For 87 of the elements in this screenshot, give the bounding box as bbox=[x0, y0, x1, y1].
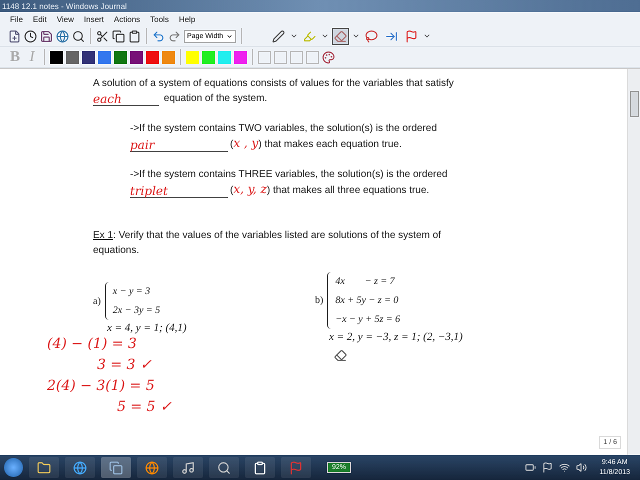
color-swatch[interactable] bbox=[202, 50, 215, 64]
paragraph: ) that makes all three equations true. bbox=[266, 185, 430, 196]
handwritten-work: 3 = 3 ✓ bbox=[97, 356, 153, 375]
browser-icon[interactable] bbox=[73, 460, 87, 474]
insert-icon bbox=[385, 30, 398, 42]
empty-swatch[interactable] bbox=[274, 50, 287, 64]
handwritten-variables: x, y, z bbox=[233, 182, 267, 196]
undo-icon[interactable] bbox=[152, 30, 165, 42]
caret-icon bbox=[226, 32, 233, 40]
handwritten-work: (4) − (1) = 3 bbox=[47, 335, 138, 354]
color-swatch[interactable] bbox=[50, 50, 63, 64]
clock-icon[interactable] bbox=[24, 30, 37, 42]
color-swatch[interactable] bbox=[146, 50, 159, 64]
eraser-tool-button[interactable] bbox=[332, 28, 349, 44]
volume-icon[interactable] bbox=[576, 462, 588, 473]
handwritten-variables: x , y bbox=[233, 136, 258, 150]
handwritten-work: 5 = 5 ✓ bbox=[117, 398, 173, 417]
color-swatch[interactable] bbox=[66, 50, 79, 64]
lasso-tool-button[interactable] bbox=[363, 28, 380, 44]
browser-icon[interactable] bbox=[145, 460, 159, 474]
eraser-cursor-icon bbox=[334, 349, 347, 362]
battery-icon[interactable] bbox=[525, 462, 536, 473]
paragraph: A solution of a system of equations consists of values for the variables that satisfy bbox=[93, 78, 454, 89]
handwritten-work: 2(4) − 3(1) = 5 bbox=[47, 377, 156, 396]
scrollbar-thumb[interactable] bbox=[630, 91, 638, 117]
save-icon[interactable] bbox=[40, 30, 53, 42]
paragraph: equation of the system. bbox=[164, 93, 268, 104]
menu-item[interactable]: Help bbox=[174, 14, 200, 24]
window-title: 1148 12.1 notes - Windows Journal bbox=[2, 2, 127, 10]
color-swatch[interactable] bbox=[162, 50, 175, 64]
pen-icon bbox=[272, 30, 285, 42]
color-swatch[interactable] bbox=[218, 50, 231, 64]
pen-tool-button[interactable] bbox=[270, 28, 287, 44]
parenthesis: ( bbox=[230, 185, 234, 196]
parenthesis: ( bbox=[230, 139, 234, 150]
caret-icon[interactable] bbox=[352, 32, 360, 40]
paste-icon[interactable] bbox=[128, 30, 141, 42]
paragraph: Ex 1: Verify that the values of the variables listed are solutions of the system of equations. bbox=[93, 229, 442, 258]
empty-swatch[interactable] bbox=[306, 50, 319, 64]
menu-item[interactable]: Actions bbox=[108, 14, 146, 24]
equation: 4x − z = 7 bbox=[335, 275, 396, 289]
flag-icon bbox=[405, 30, 418, 42]
wifi-icon[interactable] bbox=[559, 462, 570, 473]
menu-item[interactable]: File bbox=[5, 14, 28, 24]
handwritten-word: pair bbox=[130, 138, 154, 152]
globe-icon[interactable] bbox=[56, 30, 69, 42]
paragraph: ->If the system contains THREE variables, the solution(s) is the ordered bbox=[130, 169, 448, 180]
menu-item[interactable]: Tools bbox=[145, 14, 174, 24]
palette-icon[interactable] bbox=[322, 50, 335, 64]
empty-swatch[interactable] bbox=[258, 50, 271, 64]
empty-swatch[interactable] bbox=[290, 50, 303, 64]
color-swatch[interactable] bbox=[82, 50, 95, 64]
paragraph: ) that makes each equation true. bbox=[258, 139, 402, 150]
search-icon[interactable] bbox=[72, 30, 85, 42]
eraser-icon bbox=[334, 30, 347, 42]
equation: x − y = 3 bbox=[112, 285, 152, 299]
lasso-icon bbox=[365, 30, 378, 42]
menu-item[interactable]: Edit bbox=[28, 14, 52, 24]
color-swatch[interactable] bbox=[130, 50, 143, 64]
solution-values: x = 4, y = 1; (4,1) bbox=[107, 322, 188, 334]
menu-item[interactable]: Insert bbox=[78, 14, 109, 24]
color-swatch[interactable] bbox=[114, 50, 127, 64]
part-label: b) bbox=[315, 295, 324, 306]
redo-icon[interactable] bbox=[168, 30, 181, 42]
folder-icon[interactable] bbox=[37, 460, 51, 474]
new-page-icon[interactable] bbox=[8, 30, 21, 42]
start-button[interactable] bbox=[4, 458, 23, 477]
caret-icon[interactable] bbox=[290, 32, 298, 40]
color-swatch[interactable] bbox=[98, 50, 111, 64]
handwritten-word: each bbox=[93, 92, 122, 106]
color-swatch[interactable] bbox=[234, 50, 247, 64]
caret-icon[interactable] bbox=[321, 32, 329, 40]
color-swatch[interactable] bbox=[186, 50, 199, 64]
music-icon[interactable] bbox=[181, 460, 195, 474]
search-icon[interactable] bbox=[217, 460, 231, 474]
equation: −x − y + 5z = 6 bbox=[335, 313, 400, 327]
cut-icon[interactable] bbox=[96, 30, 109, 42]
solution-values: x = 2, y = −3, z = 1; (2, −3,1) bbox=[329, 331, 464, 343]
paragraph: ->If the system contains TWO variables, the solution(s) is the ordered bbox=[130, 123, 437, 134]
menu-item[interactable]: View bbox=[52, 14, 79, 24]
copy-icon[interactable] bbox=[112, 30, 125, 42]
equation: 2x − 3y = 5 bbox=[112, 304, 160, 318]
equation: 8x + 5y − z = 0 bbox=[335, 294, 400, 308]
caret-icon[interactable] bbox=[423, 32, 431, 40]
handwritten-word: triplet bbox=[130, 184, 168, 198]
part-label: a) bbox=[93, 296, 101, 306]
highlighter-icon bbox=[303, 30, 316, 42]
